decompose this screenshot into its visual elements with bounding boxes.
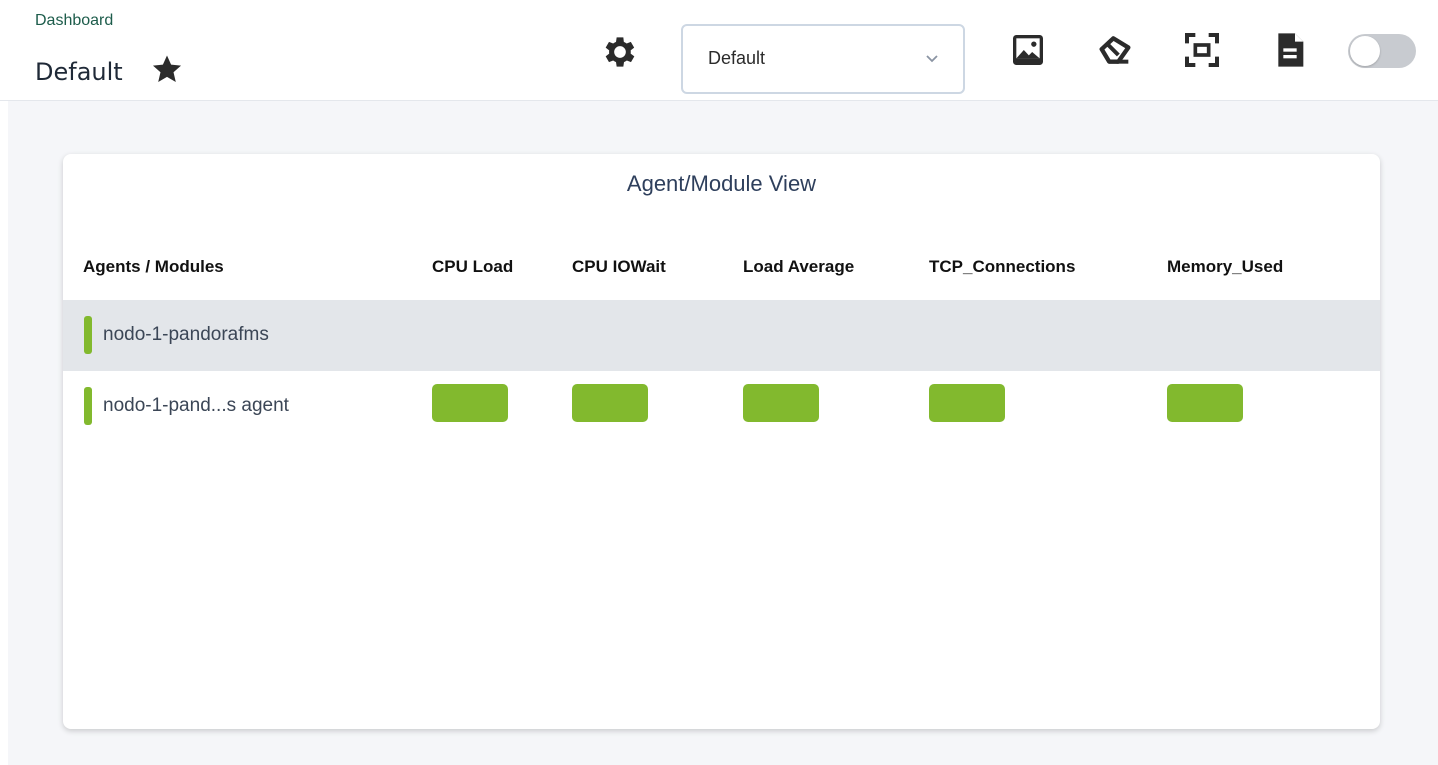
column-header-cpu-load: CPU Load	[432, 257, 514, 276]
table-row[interactable]: nodo-1-pand...s agent	[63, 371, 1380, 442]
agent-module-widget: Agent/Module View Agents / Modules CPU L…	[63, 154, 1380, 729]
fullscreen-icon[interactable]	[1182, 30, 1222, 70]
dashboard-main: Agent/Module View Agents / Modules CPU L…	[8, 101, 1438, 765]
breadcrumb[interactable]: Dashboard	[35, 12, 113, 30]
status-cell-load-average[interactable]	[743, 384, 819, 422]
column-header-tcp-connections: TCP_Connections	[929, 257, 1076, 276]
document-icon[interactable]	[1270, 30, 1310, 70]
eraser-icon[interactable]	[1095, 30, 1135, 70]
star-icon[interactable]	[150, 52, 184, 86]
dashboard-select[interactable]: Default	[681, 24, 965, 94]
chevron-down-icon	[926, 55, 938, 63]
status-cell-cpu-load[interactable]	[432, 384, 508, 422]
column-header-agents: Agents / Modules	[83, 257, 224, 276]
dashboard-header: Dashboard Default Default	[0, 0, 1438, 101]
status-cell-memory-used[interactable]	[1167, 384, 1243, 422]
gear-icon[interactable]	[600, 32, 640, 72]
toggle-knob	[1350, 36, 1380, 66]
image-icon[interactable]	[1008, 30, 1048, 70]
column-header-cpu-iowait: CPU IOWait	[572, 257, 666, 276]
widget-title: Agent/Module View	[626, 171, 817, 196]
column-header-load-average: Load Average	[743, 257, 855, 276]
status-indicator	[84, 387, 92, 425]
dashboard-page: Dashboard Default Default Agent/Module V…	[0, 0, 1438, 765]
page-title: Default	[35, 58, 123, 86]
dashboard-select-value: Default	[708, 48, 766, 68]
module-group-name[interactable]: nodo-1-pand...s agent	[103, 395, 289, 417]
table-row[interactable]: nodo-1-pandorafms	[63, 300, 1380, 371]
status-cell-tcp-connections[interactable]	[929, 384, 1005, 422]
agent-name[interactable]: nodo-1-pandorafms	[103, 324, 269, 346]
column-header-memory-used: Memory_Used	[1167, 257, 1284, 276]
status-indicator	[84, 316, 92, 354]
status-cell-cpu-iowait[interactable]	[572, 384, 648, 422]
toggle-switch[interactable]	[1348, 34, 1416, 68]
